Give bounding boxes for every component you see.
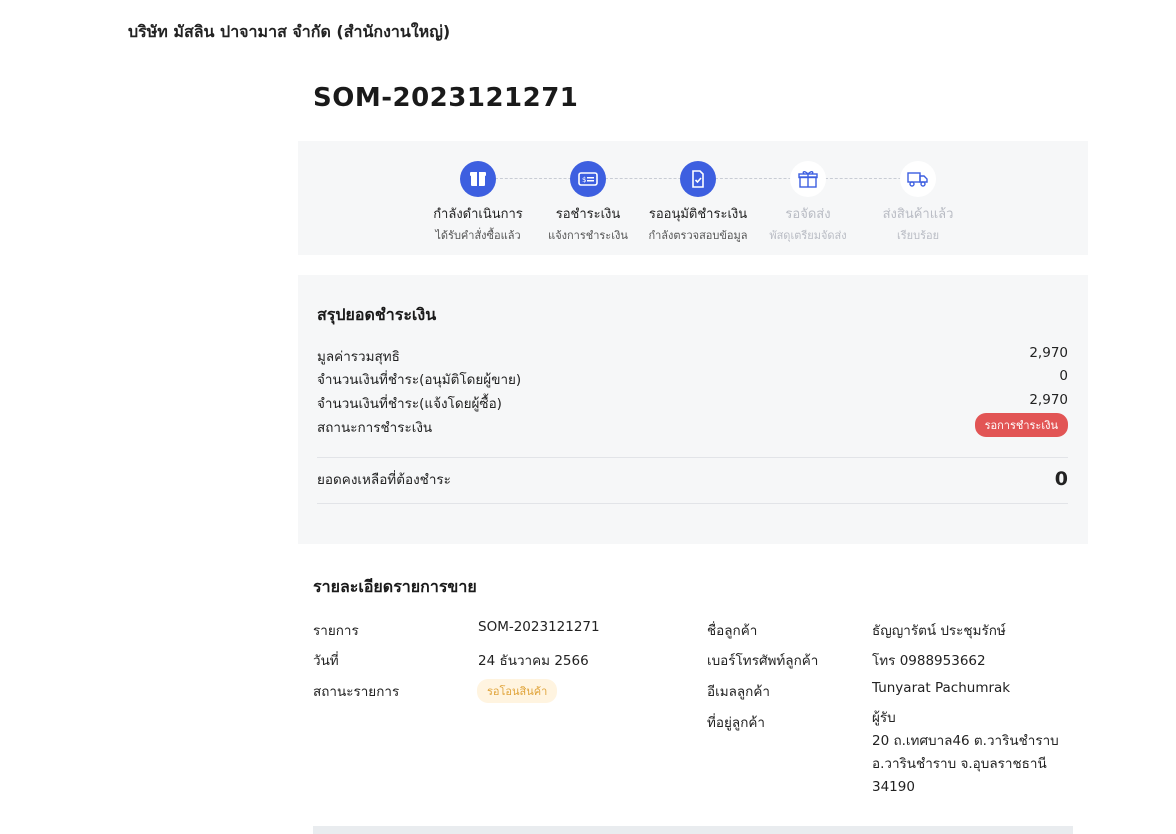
step-subtitle: เรียบร้อย <box>896 229 940 242</box>
payment-summary-panel: สรุปยอดชำระเงิน มูลค่ารวมสุทธิ 2,970 จำน… <box>298 275 1088 544</box>
address-line: 20 ถ.เทศบาล46 ต.วารินชำราบ <box>872 733 1059 749</box>
payment-status-label: สถานะการชำระเงิน <box>317 420 433 436</box>
step-title: รออนุมัติชำระเงิน <box>648 207 748 222</box>
order-status-badge: รอโอนสินค้า <box>477 679 558 703</box>
paid-approved-label: จำนวนเงินที่ชำระ(อนุมัติโดยผู้ขาย) <box>317 372 522 388</box>
net-total-label: มูลค่ารวมสุทธิ <box>317 349 400 365</box>
summary-row-net-total: มูลค่ารวมสุทธิ 2,970 <box>317 345 1068 367</box>
payment-card-icon: $ <box>570 161 606 197</box>
gift-box-icon <box>790 161 826 197</box>
box-icon <box>460 161 496 197</box>
summary-divider <box>317 503 1068 504</box>
progress-step-awaiting-shipment: รอจัดส่ง พัสดุเตรียมจัดส่ง <box>748 161 868 244</box>
customer-address-label: ที่อยู่ลูกค้า <box>707 715 765 731</box>
progress-step-awaiting-approval: รออนุมัติชำระเงิน กำลังตรวจสอบข้อมูล <box>638 161 758 244</box>
step-subtitle: แจ้งการชำระเงิน <box>548 229 628 242</box>
order-progress-tracker: กำลังดำเนินการ ได้รับคำสั่งซื้อแล้ว $ รอ… <box>298 141 1088 255</box>
paid-reported-label: จำนวนเงินที่ชำระ(แจ้งโดยผู้ซื้อ) <box>317 396 502 412</box>
step-subtitle: ได้รับคำสั่งซื้อแล้ว <box>435 229 521 242</box>
progress-step-shipped: ส่งสินค้าแล้ว เรียบร้อย <box>858 161 978 244</box>
summary-heading: สรุปยอดชำระเงิน <box>317 305 437 324</box>
paid-approved-value: 0 <box>1059 368 1068 384</box>
summary-row-payment-status: สถานะการชำระเงิน รอการชำระเงิน <box>317 413 1068 438</box>
date-label: วันที่ <box>313 653 339 669</box>
sale-details-heading: รายละเอียดรายการขาย <box>313 577 477 596</box>
address-line: ผู้รับ <box>872 710 896 726</box>
step-subtitle: พัสดุเตรียมจัดส่ง <box>769 229 847 242</box>
item-value: SOM-2023121271 <box>478 619 600 635</box>
summary-row-paid-reported: จำนวนเงินที่ชำระ(แจ้งโดยผู้ซื้อ) 2,970 <box>317 392 1068 414</box>
svg-text:$: $ <box>582 176 586 184</box>
step-title: รอจัดส่ง <box>785 207 831 222</box>
step-title: ส่งสินค้าแล้ว <box>882 207 954 222</box>
address-line: อ.วารินชำราบ จ.อุบลราชธานี <box>872 756 1047 772</box>
customer-phone-value: โทร 0988953662 <box>872 653 986 669</box>
date-value: 24 ธันวาคม 2566 <box>478 653 589 669</box>
document-check-icon <box>680 161 716 197</box>
customer-address: ผู้รับ 20 ถ.เทศบาล46 ต.วารินชำราบ อ.วาริ… <box>872 707 1059 799</box>
customer-name-value: ธัญญารัตน์ ประชุมรักษ์ <box>872 623 1006 639</box>
customer-email-value: Tunyarat Pachumrak <box>872 680 1011 696</box>
net-total-value: 2,970 <box>1029 345 1068 361</box>
summary-divider <box>317 457 1068 458</box>
customer-email-label: อีเมลลูกค้า <box>707 684 770 700</box>
progress-step-processing: กำลังดำเนินการ ได้รับคำสั่งซื้อแล้ว <box>418 161 538 244</box>
order-number-title: SOM-2023121271 <box>313 83 579 113</box>
order-status-label: สถานะรายการ <box>313 684 400 700</box>
company-name: บริษัท มัสลิน ปาจามาส จำกัด (สำนักงานใหญ… <box>128 22 451 41</box>
balance-value: 0 <box>1054 468 1068 490</box>
payment-status-badge: รอการชำระเงิน <box>974 413 1068 437</box>
truck-icon <box>900 161 936 197</box>
step-title: รอชำระเงิน <box>555 207 621 222</box>
address-line: 34190 <box>872 779 915 795</box>
customer-name-label: ชื่อลูกค้า <box>707 623 758 639</box>
balance-label: ยอดคงเหลือที่ต้องชำระ <box>317 472 451 488</box>
paid-reported-value: 2,970 <box>1029 392 1068 408</box>
progress-step-awaiting-payment: $ รอชำระเงิน แจ้งการชำระเงิน <box>528 161 648 244</box>
customer-phone-label: เบอร์โทรศัพท์ลูกค้า <box>707 653 819 669</box>
step-subtitle: กำลังตรวจสอบข้อมูล <box>648 229 748 242</box>
step-title: กำลังดำเนินการ <box>433 207 523 222</box>
next-section-header <box>313 826 1073 834</box>
item-label: รายการ <box>313 623 359 639</box>
summary-row-paid-approved: จำนวนเงินที่ชำระ(อนุมัติโดยผู้ขาย) 0 <box>317 368 1068 390</box>
